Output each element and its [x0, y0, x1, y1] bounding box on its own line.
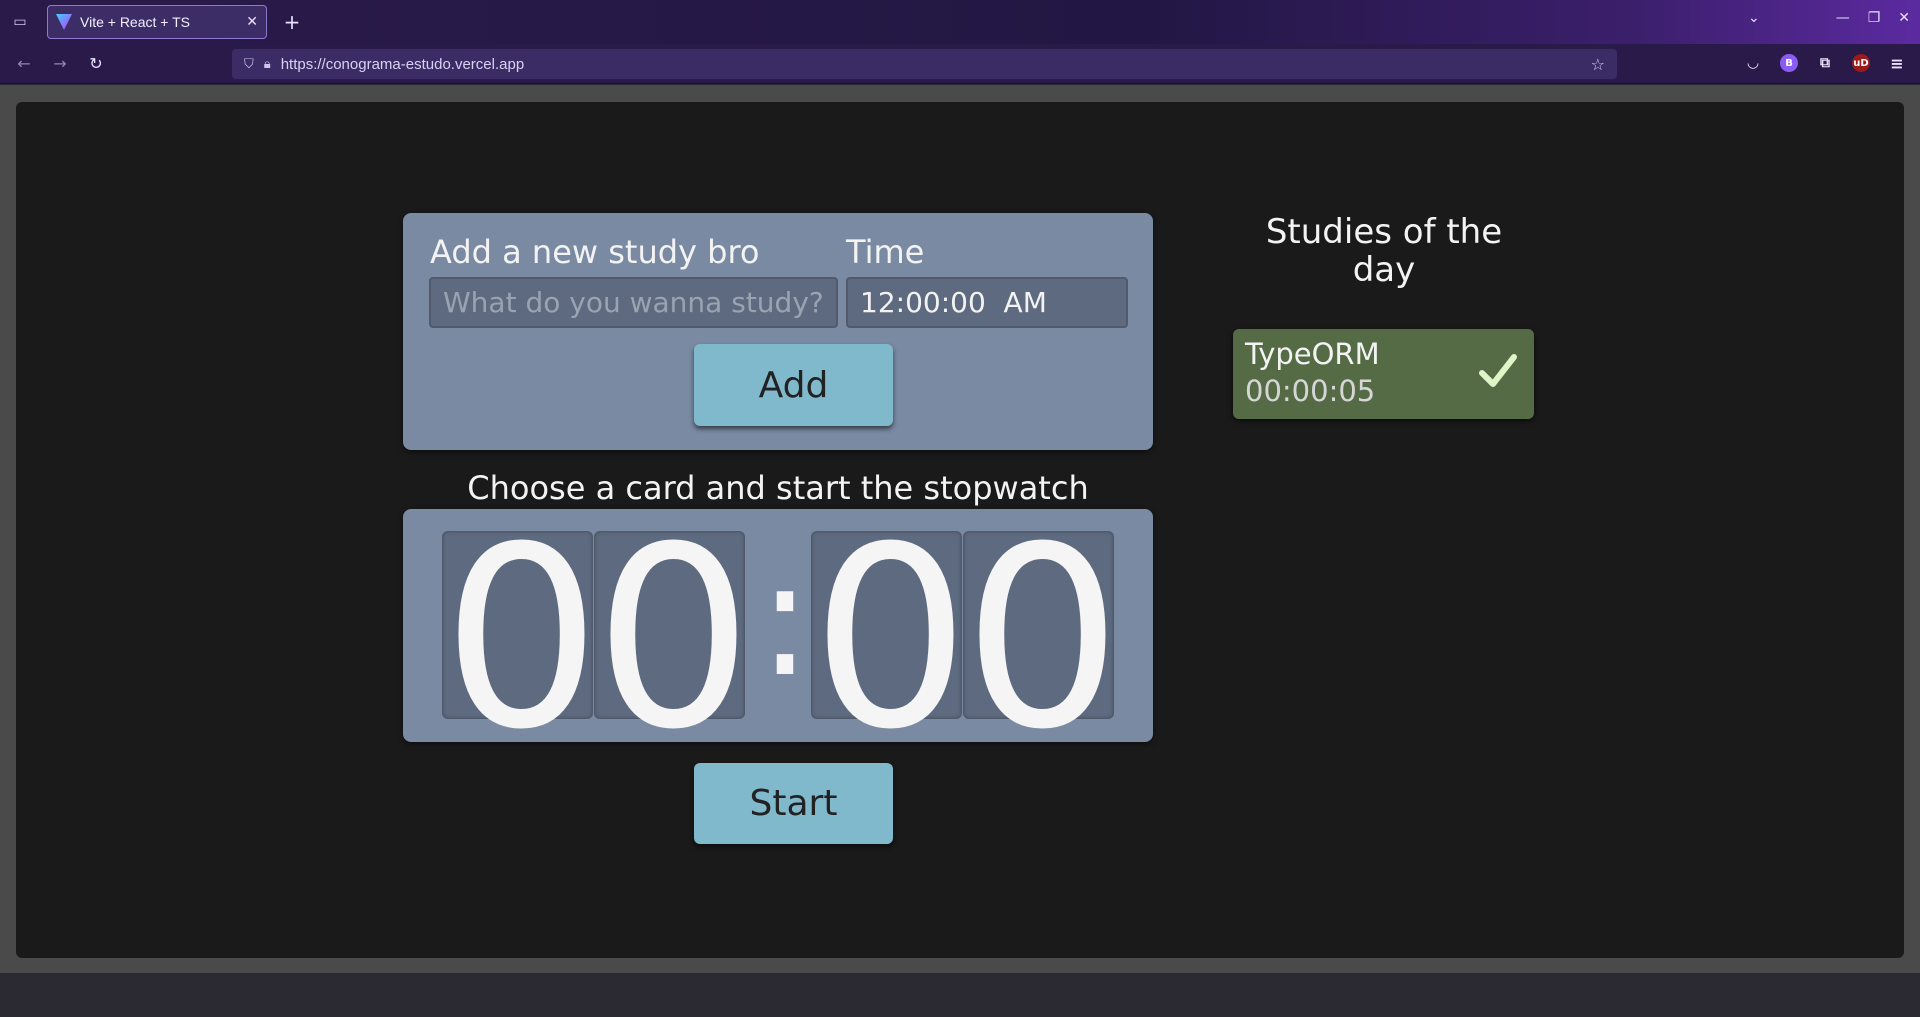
time-input[interactable]: [846, 277, 1128, 328]
extensions-puzzle-icon[interactable]: ⧉: [1816, 54, 1834, 72]
reload-icon[interactable]: ↻: [84, 52, 108, 76]
browser-toolbar: ← → ↻ ⛉ 🔒︎ https://conograma-estudo.verc…: [0, 44, 1920, 84]
checkmark-icon: [1479, 354, 1517, 387]
lock-icon[interactable]: 🔒︎: [264, 57, 271, 72]
tab-list-icon[interactable]: ▭: [8, 10, 32, 34]
close-window-icon[interactable]: ✕: [1898, 10, 1910, 26]
ublock-icon[interactable]: uD: [1852, 54, 1870, 72]
pocket-icon[interactable]: ◡: [1744, 54, 1762, 72]
extensions: ◡ B ⧉ uD ≡: [1744, 54, 1906, 73]
seconds-tens-digit: 0: [811, 493, 971, 784]
hamburger-menu-icon[interactable]: ≡: [1888, 54, 1906, 73]
restore-icon[interactable]: ❐: [1868, 10, 1881, 26]
app-container: Add a new study bro Time Add Choose a ca…: [16, 102, 1904, 958]
time-separator: :: [758, 525, 812, 712]
page-viewport: Add a new study bro Time Add Choose a ca…: [0, 85, 1920, 973]
bookmark-star-icon[interactable]: ☆: [1591, 55, 1605, 74]
url-bar[interactable]: ⛉ 🔒︎ https://conograma-estudo.vercel.app…: [232, 49, 1617, 79]
forward-arrow-icon[interactable]: →: [48, 52, 72, 76]
study-card-name: TypeORM: [1245, 337, 1380, 371]
time-label: Time: [846, 233, 925, 271]
study-card-time: 00:00:05: [1245, 374, 1376, 408]
minutes-tens-digit: 0: [442, 493, 602, 784]
seconds-ones-digit: 0: [963, 493, 1123, 784]
url-text[interactable]: https://conograma-estudo.vercel.app: [281, 56, 1581, 73]
stopwatch-display: 0 0 : 0 0: [403, 509, 1153, 769]
minimize-icon[interactable]: —: [1836, 10, 1850, 26]
window-controls: ⌄ — ❐ ✕: [1748, 10, 1910, 26]
extension-b-icon[interactable]: B: [1780, 54, 1798, 72]
study-input[interactable]: [429, 277, 838, 328]
bottom-strip: [0, 973, 1920, 1017]
start-button[interactable]: Start: [694, 763, 893, 844]
close-tab-icon[interactable]: ✕: [246, 14, 258, 30]
study-card[interactable]: TypeORM 00:00:05: [1233, 329, 1534, 419]
tab-title: Vite + React + TS: [80, 14, 190, 30]
browser-tab-bar: ▭ Vite + React + TS ✕ + ⌄ — ❐ ✕: [0, 0, 1920, 44]
minutes-ones-digit: 0: [594, 493, 754, 784]
study-label: Add a new study bro: [430, 233, 760, 271]
chevron-down-icon[interactable]: ⌄: [1748, 10, 1760, 26]
new-tab-icon[interactable]: +: [280, 10, 304, 34]
back-arrow-icon[interactable]: ←: [12, 52, 36, 76]
add-button[interactable]: Add: [694, 344, 893, 426]
add-study-form: Add a new study bro Time Add: [403, 213, 1153, 450]
studies-title: Studies of the day: [1265, 212, 1503, 290]
shield-icon[interactable]: ⛉: [244, 57, 254, 72]
vite-favicon-icon: [56, 14, 72, 30]
browser-tab[interactable]: Vite + React + TS ✕: [47, 5, 267, 39]
